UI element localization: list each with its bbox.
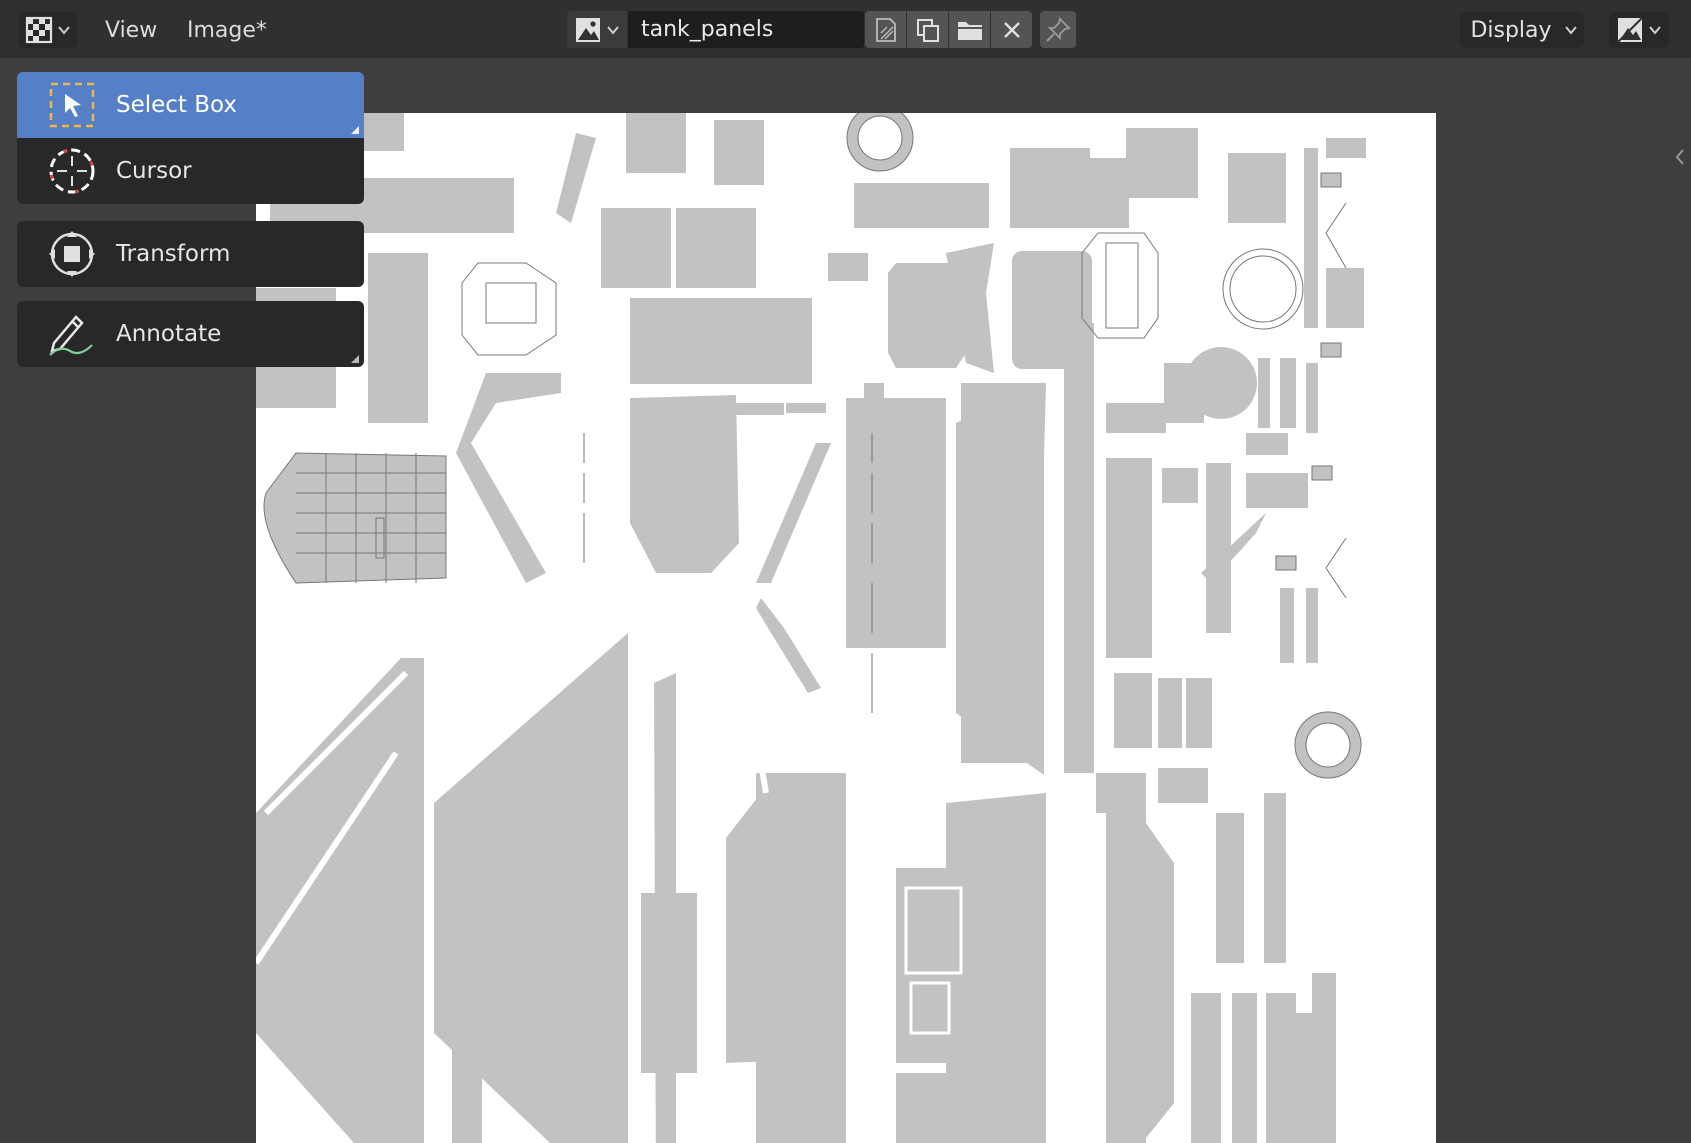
image-viewport[interactable]: Select Box Cursor Transform Annotate bbox=[0, 58, 1691, 1143]
tool-label: Transform bbox=[116, 241, 231, 267]
transform-icon bbox=[44, 226, 100, 282]
display-channels-button[interactable] bbox=[1609, 12, 1669, 48]
image-name-field[interactable]: tank_panels bbox=[628, 11, 864, 48]
chevron-down-icon bbox=[1564, 26, 1577, 35]
display-channels-icon bbox=[1617, 17, 1643, 43]
close-icon bbox=[1003, 21, 1020, 38]
image-browse-icon bbox=[576, 17, 600, 42]
display-label: Display bbox=[1470, 17, 1552, 43]
editor-type-button[interactable] bbox=[18, 12, 78, 48]
uv-layout-islands bbox=[256, 113, 1366, 1143]
tool-variants-indicator bbox=[351, 355, 359, 363]
open-image-button[interactable] bbox=[949, 11, 990, 48]
display-dropdown[interactable]: Display bbox=[1460, 12, 1584, 48]
tool-label: Cursor bbox=[116, 158, 192, 184]
uv-image-editor-icon bbox=[25, 16, 53, 44]
unlink-image-button[interactable] bbox=[991, 11, 1032, 48]
pin-image-button[interactable] bbox=[1040, 11, 1076, 48]
select-box-icon bbox=[44, 77, 100, 133]
pin-icon bbox=[1046, 16, 1071, 42]
uv-texture-image[interactable] bbox=[256, 113, 1436, 1143]
tool-annotate[interactable]: Annotate bbox=[17, 301, 364, 367]
annotate-icon bbox=[44, 306, 100, 362]
tool-label: Select Box bbox=[116, 92, 238, 118]
tool-select-box[interactable]: Select Box bbox=[17, 72, 364, 138]
chevron-down-icon bbox=[607, 25, 619, 35]
tool-variants-indicator bbox=[351, 126, 359, 134]
cursor-icon bbox=[44, 143, 100, 199]
sidebar-toggle[interactable] bbox=[1669, 142, 1691, 172]
menu-image[interactable]: Image* bbox=[187, 14, 267, 46]
new-image-icon bbox=[875, 17, 896, 42]
open-folder-icon bbox=[957, 21, 982, 40]
tool-cursor[interactable]: Cursor bbox=[17, 138, 364, 204]
chevron-down-icon bbox=[58, 26, 70, 35]
menu-view[interactable]: View bbox=[105, 14, 157, 46]
tool-label: Annotate bbox=[116, 321, 222, 347]
image-browse-button[interactable] bbox=[567, 11, 627, 48]
image-editor-header: View Image* tank_panels Display bbox=[0, 0, 1691, 58]
new-image-button[interactable] bbox=[865, 11, 906, 48]
duplicate-image-button[interactable] bbox=[907, 11, 948, 48]
chevron-down-icon bbox=[1649, 26, 1661, 35]
duplicate-icon bbox=[916, 18, 939, 42]
tool-transform[interactable]: Transform bbox=[17, 221, 364, 287]
chevron-left-icon bbox=[1675, 149, 1684, 165]
